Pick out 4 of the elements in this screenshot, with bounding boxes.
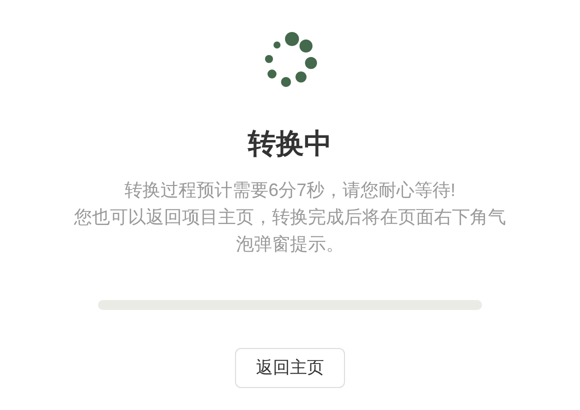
info-text: 转换过程预计需要6分7秒，请您耐心等待!: [124, 179, 456, 202]
info-text: 您也可以返回项目主页，转换完成后将在页面右下角气泡弹窗提示。: [73, 206, 507, 256]
status-title: 转换中: [248, 127, 332, 161]
back-home-button[interactable]: 返回主页: [235, 348, 345, 388]
